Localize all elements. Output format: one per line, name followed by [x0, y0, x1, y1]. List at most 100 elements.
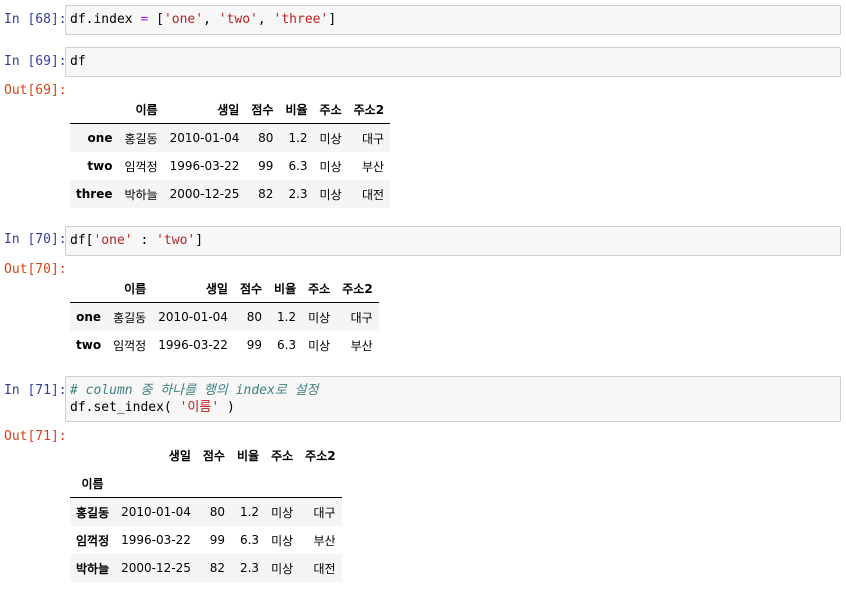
column-header: 점수	[233, 274, 269, 303]
index-header	[70, 95, 119, 124]
table-row: two 임꺽정 1996-03-22 99 6.3 미상 부산	[70, 152, 391, 180]
cell: 1996-03-22	[169, 159, 240, 173]
cell: 대구	[313, 505, 336, 520]
cell: 대전	[313, 561, 336, 576]
column-header: 이름	[118, 95, 164, 124]
in-prompt-71: In [71]:	[4, 383, 67, 398]
row-index: two	[87, 159, 113, 173]
code-token: ]	[328, 12, 337, 27]
cell: 82	[209, 561, 225, 575]
row-index: 홍길동	[76, 505, 110, 520]
code-cell-70[interactable]: df['one' : 'two']	[65, 226, 841, 256]
column-header: 비율	[236, 448, 260, 463]
column-header: 생일	[168, 448, 191, 463]
column-header: 점수	[245, 95, 280, 124]
cell: 부산	[361, 159, 385, 174]
code-token: 'two'	[218, 12, 258, 27]
code-token: df	[70, 54, 86, 69]
index-name-header: 이름	[70, 469, 116, 498]
cell: 미상	[271, 561, 294, 576]
cell: 2010-01-04	[121, 505, 191, 519]
cell: 대전	[361, 187, 385, 202]
code-token: 'three'	[273, 12, 329, 27]
cell: 1.2	[288, 131, 308, 145]
row-index: three	[76, 187, 113, 201]
cell: 82	[258, 187, 274, 201]
code-comment: # column 중 하나를 행의 index로 설정	[70, 383, 319, 398]
cell: 임꺽정	[113, 338, 147, 353]
out-prompt-71: Out[71]:	[4, 429, 67, 444]
table-row: 임꺽정 1996-03-22 99 6.3 미상 부산	[70, 526, 342, 554]
table-row: one 홍길동 2010-01-04 80 1.2 미상 대구	[70, 302, 379, 331]
table-row: three 박하늘 2000-12-25 82 2.3 미상 대전	[70, 180, 391, 208]
code-token: [	[148, 12, 164, 27]
code-token: ,	[257, 12, 274, 27]
out-prompt-70: Out[70]:	[4, 262, 67, 277]
table-row: 박하늘 2000-12-25 82 2.3 미상 대전	[70, 554, 342, 582]
dataframe-output-69: 이름 생일 점수 비율 주소 주소2 one 홍길동 2010-01-04 80…	[70, 95, 391, 208]
column-header: 비율	[279, 95, 314, 124]
column-header: 점수	[202, 448, 225, 463]
cell: 2000-12-25	[121, 561, 191, 575]
column-header: 이름	[107, 274, 153, 303]
cell: 1.2	[239, 505, 260, 519]
cell: 홍길동	[113, 310, 147, 325]
column-header: 비율	[268, 274, 303, 303]
cell: 홍길동	[124, 131, 158, 146]
code-token: 'two'	[156, 233, 196, 248]
cell: 미상	[271, 533, 294, 548]
row-index: two	[76, 338, 102, 352]
cell: 2000-12-25	[169, 187, 240, 201]
cell: 99	[209, 533, 225, 547]
cell: 1996-03-22	[121, 533, 191, 547]
cell: 미상	[271, 505, 294, 520]
in-prompt-69: In [69]:	[4, 54, 67, 69]
code-token: ]	[195, 233, 204, 248]
cell: 99	[246, 338, 263, 352]
in-prompt-68: In [68]:	[4, 12, 67, 27]
column-header: 주소2	[336, 274, 379, 303]
cell: 미상	[308, 310, 331, 325]
column-header: 생일	[163, 95, 246, 124]
cell: 6.3	[239, 533, 260, 547]
cell: 미상	[319, 159, 342, 174]
code-cell-68[interactable]: df.index = ['one', 'two', 'three']	[65, 5, 841, 35]
dataframe-output-70: 이름 생일 점수 비율 주소 주소2 one 홍길동 2010-01-04 80…	[70, 274, 379, 359]
index-header	[70, 274, 108, 303]
row-index: 임꺽정	[76, 533, 110, 548]
cell: 대구	[350, 310, 373, 325]
cell: 2.3	[239, 561, 260, 575]
column-header: 주소2	[347, 95, 391, 124]
code-token: df[	[70, 233, 94, 248]
column-header: 주소	[302, 274, 337, 303]
table-row: one 홍길동 2010-01-04 80 1.2 미상 대구	[70, 123, 391, 152]
cell: 2010-01-04	[158, 310, 228, 324]
cell: 80	[258, 131, 274, 145]
cell: 임꺽정	[124, 159, 158, 174]
cell: 1996-03-22	[158, 338, 228, 352]
column-header: 주소2	[305, 448, 336, 463]
cell: 80	[246, 310, 263, 324]
column-header: 생일	[152, 274, 234, 303]
code-cell-71[interactable]: # column 중 하나를 행의 index로 설정 df.set_index…	[65, 376, 841, 422]
in-prompt-70: In [70]:	[4, 232, 67, 247]
code-token: '이름'	[179, 400, 220, 415]
cell: 부산	[350, 338, 373, 353]
cell: 박하늘	[124, 187, 158, 202]
code-token: )	[219, 400, 235, 415]
code-cell-69[interactable]: df	[65, 47, 841, 77]
code-token: :	[132, 233, 157, 248]
table-row: 홍길동 2010-01-04 80 1.2 미상 대구	[70, 497, 342, 526]
cell: 대구	[361, 131, 385, 146]
cell: 6.3	[288, 159, 308, 173]
row-index: 박하늘	[76, 561, 110, 576]
column-header: 주소	[313, 95, 348, 124]
row-index: one	[76, 310, 102, 324]
code-token: df.index	[70, 12, 141, 27]
code-token: 'one'	[163, 12, 204, 27]
index-header	[70, 441, 115, 469]
out-prompt-69: Out[69]:	[4, 83, 67, 98]
cell: 1.2	[277, 310, 297, 324]
cell: 99	[258, 159, 274, 173]
cell: 2.3	[288, 187, 308, 201]
